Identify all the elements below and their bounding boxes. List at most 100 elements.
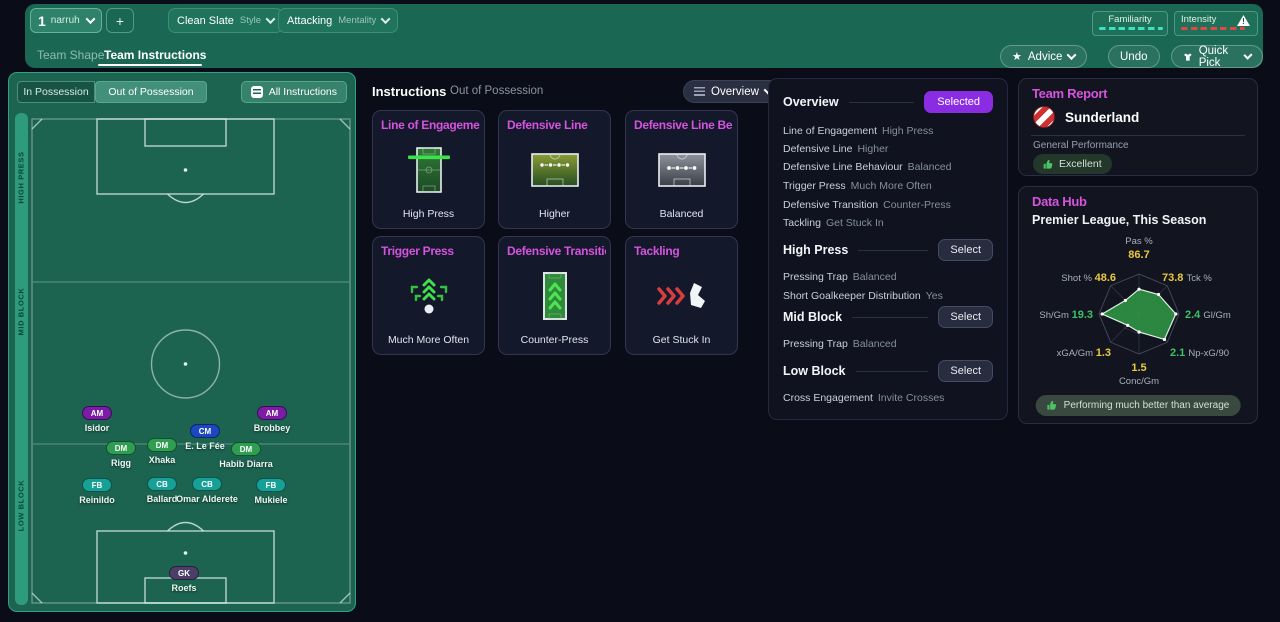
shirt-icon xyxy=(1183,51,1193,63)
transition-icon xyxy=(499,263,610,329)
familiarity-meter: Familiarity xyxy=(1092,11,1168,36)
pitch-panel: In Possession Out of Possession All Inst… xyxy=(8,72,356,612)
divider xyxy=(1031,135,1245,136)
position-badge: AM xyxy=(82,406,112,420)
overview-header: Overview Selected xyxy=(783,91,993,113)
chevron-down-icon xyxy=(266,14,276,24)
svg-text:Sh/Gm 19.3: Sh/Gm 19.3 xyxy=(1039,309,1093,321)
trigger-press-icon xyxy=(373,263,484,329)
zone-label-low-block: LOW BLOCK xyxy=(17,463,26,549)
team-report-title: Team Report xyxy=(1032,86,1107,101)
performance-summary-badge: Performing much better than average xyxy=(1036,395,1241,416)
overview-row: Trigger PressMuch More Often xyxy=(783,180,993,192)
data-hub-subtitle: Premier League, This Season xyxy=(1032,213,1206,227)
card-defensive-transition[interactable]: Defensive Transition Counter-Press xyxy=(498,236,611,355)
svg-text:Conc/Gm: Conc/Gm xyxy=(1119,376,1159,387)
top-bar: 1 narruh + Clean Slate Style Attacking M… xyxy=(25,4,1263,68)
overview-row: Pressing TrapBalanced xyxy=(783,338,993,350)
team-name[interactable]: Sunderland xyxy=(1065,110,1139,125)
svg-text:1.5: 1.5 xyxy=(1131,362,1146,374)
out-of-possession-button[interactable]: Out of Possession xyxy=(95,81,207,103)
section-low-block: Low Block Select xyxy=(783,360,993,382)
undo-button[interactable]: Undo xyxy=(1108,45,1160,68)
press-zone-strip: HIGH PRESS MID BLOCK LOW BLOCK xyxy=(15,113,28,605)
overview-panel: Overview Selected Line of EngagementHigh… xyxy=(768,78,1008,420)
high-press-select-button[interactable]: Select xyxy=(938,239,993,261)
zone-label-mid-block: MID BLOCK xyxy=(17,269,26,355)
position-badge: CB xyxy=(192,477,222,491)
data-hub-title: Data Hub xyxy=(1032,194,1087,209)
quick-pick-button[interactable]: Quick Pick xyxy=(1171,45,1263,68)
line-behaviour-icon xyxy=(626,137,737,203)
pitch-field xyxy=(30,117,352,605)
card-defensive-line-behaviour[interactable]: Defensive Line Behaviour Balanced xyxy=(625,110,738,229)
tab-team-shape[interactable]: Team Shape xyxy=(37,48,104,62)
club-crest-icon xyxy=(1033,106,1055,128)
overview-row: Cross EngagementInvite Crosses xyxy=(783,392,993,404)
instructions-subtitle: Out of Possession xyxy=(450,85,543,97)
mid-block-select-button[interactable]: Select xyxy=(938,306,993,328)
style-dropdown[interactable]: Clean Slate Style xyxy=(168,8,283,33)
overview-row: TacklingGet Stuck In xyxy=(783,217,993,229)
defensive-line-icon xyxy=(499,137,610,203)
chevron-down-icon xyxy=(1244,51,1253,60)
section-high-press: High Press Select xyxy=(783,239,993,261)
chevron-down-icon xyxy=(86,14,96,24)
thumbs-up-icon xyxy=(1043,159,1054,170)
general-performance-label: General Performance xyxy=(1033,140,1129,151)
card-trigger-press[interactable]: Trigger Press Much More Often xyxy=(372,236,485,355)
svg-text:Shot % 48.6: Shot % 48.6 xyxy=(1061,272,1116,284)
overview-selected-button[interactable]: Selected xyxy=(924,91,993,113)
tactic-number: 1 xyxy=(38,13,46,29)
divider xyxy=(852,317,928,318)
low-block-select-button[interactable]: Select xyxy=(938,360,993,382)
hamburger-icon xyxy=(694,87,705,96)
player-habib-diarra[interactable]: DM Habib Diarra xyxy=(198,439,294,469)
overview-row: Defensive TransitionCounter-Press xyxy=(783,199,993,211)
divider xyxy=(849,102,915,103)
engagement-line-icon xyxy=(373,137,484,203)
overview-row: Pressing TrapBalanced xyxy=(783,271,993,283)
svg-text:2.4 Gl/Gm: 2.4 Gl/Gm xyxy=(1185,309,1231,321)
divider xyxy=(858,250,928,251)
player-isidor[interactable]: AM Isidor xyxy=(49,403,145,433)
team-report-panel: Team Report Sunderland General Performan… xyxy=(1018,78,1258,176)
card-defensive-line[interactable]: Defensive Line Higher xyxy=(498,110,611,229)
radar-chart: Pas % 86.7 73.8 Tck % 2.4 Gl/Gm 2.1 Np-xG/90… xyxy=(1019,231,1259,393)
overview-row: Line of EngagementHigh Press xyxy=(783,125,993,137)
tab-team-instructions[interactable]: Team Instructions xyxy=(104,48,206,62)
section-mid-block: Mid Block Select xyxy=(783,306,993,328)
tactic-selector[interactable]: 1 narruh xyxy=(30,8,102,33)
all-instructions-button[interactable]: All Instructions xyxy=(241,81,347,103)
svg-text:73.8 Tck %: 73.8 Tck % xyxy=(1162,272,1212,284)
position-badge: FB xyxy=(256,478,286,492)
position-badge: FB xyxy=(82,478,112,492)
mentality-dropdown[interactable]: Attacking Mentality xyxy=(278,8,398,33)
position-badge: DM xyxy=(231,442,261,456)
data-hub-panel: Data Hub Premier League, This Season Pas… xyxy=(1018,186,1258,424)
advice-button[interactable]: ★ Advice xyxy=(1000,45,1087,68)
team-instructions-screen: 1 narruh + Clean Slate Style Attacking M… xyxy=(0,0,1280,622)
intensity-meter: Intensity ! xyxy=(1174,11,1258,36)
active-tab-underline xyxy=(98,64,202,66)
add-tactic-button[interactable]: + xyxy=(106,8,134,33)
card-line-of-engagement[interactable]: Line of Engagement High Press xyxy=(372,110,485,229)
card-tackling[interactable]: Tackling Get Stuck In xyxy=(625,236,738,355)
svg-text:Pas %: Pas % xyxy=(1125,236,1153,247)
player-xhaka[interactable]: DM Xhaka xyxy=(114,435,210,465)
in-possession-button[interactable]: In Possession xyxy=(17,81,95,103)
svg-text:xGA/Gm 1.3: xGA/Gm 1.3 xyxy=(1057,347,1111,359)
svg-text:86.7: 86.7 xyxy=(1128,249,1149,261)
familiarity-dashes xyxy=(1099,27,1163,30)
position-badge: AM xyxy=(257,406,287,420)
tackling-icon xyxy=(626,263,737,329)
overview-row: Defensive Line BehaviourBalanced xyxy=(783,161,993,173)
overview-row: Defensive LineHigher xyxy=(783,143,993,155)
player-roefs[interactable]: GK Roefs xyxy=(136,563,232,593)
overview-row: Short Goalkeeper DistributionYes xyxy=(783,290,993,302)
position-badge: DM xyxy=(147,438,177,452)
player-mukiele[interactable]: FB Mukiele xyxy=(223,475,319,505)
thumbs-up-icon xyxy=(1047,400,1058,411)
star-icon: ★ xyxy=(1012,50,1022,63)
svg-text:2.1 Np-xG/90: 2.1 Np-xG/90 xyxy=(1170,347,1229,359)
